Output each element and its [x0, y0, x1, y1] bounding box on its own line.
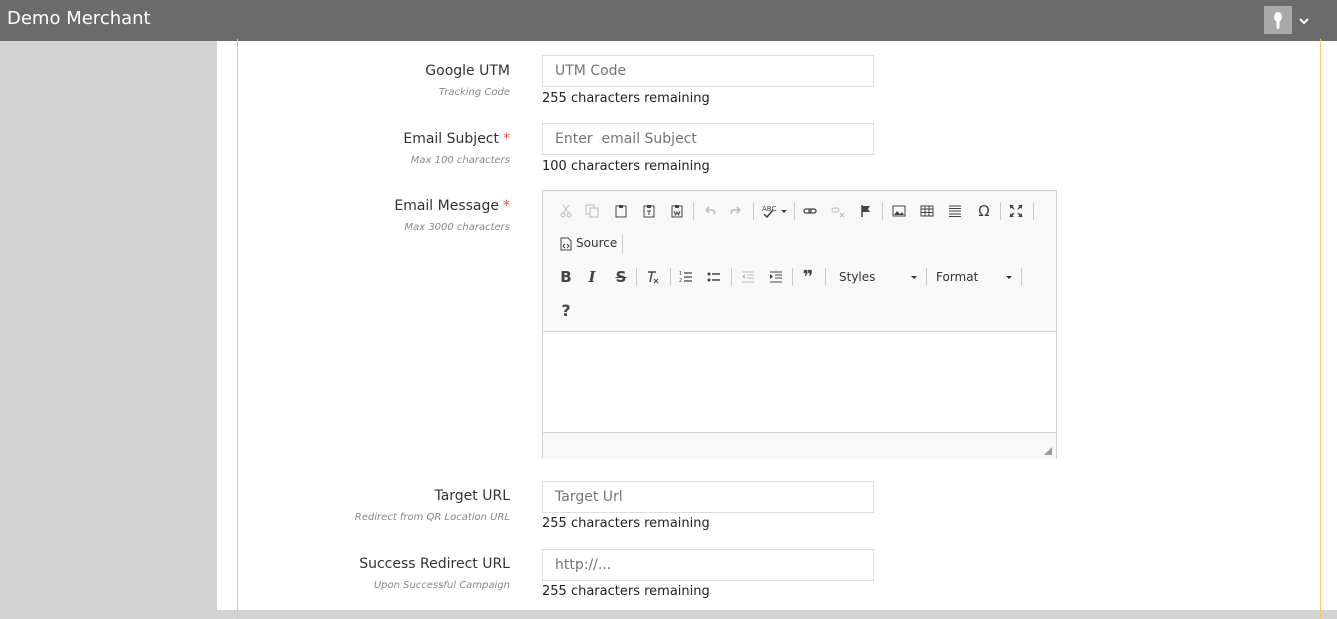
special-char-icon[interactable]: Ω [973, 200, 995, 222]
sidebar [0, 41, 217, 610]
toolbar-separator [1021, 268, 1022, 286]
outdent-icon[interactable] [737, 266, 759, 288]
bold-icon[interactable]: B [555, 266, 577, 288]
success-label: Success Redirect URL [359, 556, 510, 572]
format-dropdown[interactable]: Format [936, 270, 1012, 284]
success-url-input[interactable] [542, 549, 874, 581]
utm-label: Google UTM [425, 63, 510, 79]
user-silhouette-icon [1274, 12, 1282, 29]
unlink-icon[interactable] [827, 200, 849, 222]
numbered-list-icon[interactable]: 12 [675, 266, 697, 288]
anchor-flag-icon[interactable] [855, 200, 877, 222]
rich-text-editor: ABC Ω Source B I S 1 2 ❞ Styles Format ? [542, 190, 1057, 459]
source-button[interactable]: Source [576, 236, 617, 250]
editor-content-area[interactable] [543, 332, 1056, 432]
toolbar-separator [1033, 202, 1034, 220]
table-icon[interactable] [916, 200, 938, 222]
utm-help: Tracking Code [438, 87, 510, 98]
subject-label: Email Subject * [210, 131, 510, 147]
top-bar: Demo Merchant [0, 0, 1337, 41]
cut-icon[interactable] [555, 200, 577, 222]
subject-input[interactable] [542, 123, 874, 155]
target-label: Target URL [434, 488, 510, 504]
image-icon[interactable] [888, 200, 910, 222]
required-marker: * [503, 131, 510, 147]
horizontal-line-icon[interactable] [944, 200, 966, 222]
copy-icon[interactable] [581, 200, 603, 222]
format-dropdown-label: Format [936, 270, 979, 284]
source-icon[interactable] [555, 233, 577, 255]
toolbar-separator [1000, 202, 1001, 220]
user-avatar[interactable] [1264, 6, 1292, 34]
toolbar-separator [693, 202, 694, 220]
toolbar-separator [636, 268, 637, 286]
toolbar-separator [622, 235, 623, 253]
message-label: Email Message * [210, 198, 510, 214]
required-marker: * [503, 198, 510, 214]
success-remaining: 255 characters remaining [542, 584, 710, 599]
subject-remaining: 100 characters remaining [542, 159, 710, 174]
dropdown-arrow-icon [911, 276, 917, 279]
svg-text:ABC: ABC [762, 205, 776, 213]
blockquote-icon[interactable]: ❞ [797, 266, 819, 288]
dropdown-arrow-icon [1006, 276, 1012, 279]
styles-dropdown-label: Styles [839, 270, 876, 284]
spellcheck-icon[interactable]: ABC [761, 200, 791, 222]
main-content: Google UTM Tracking Code 255 characters … [217, 39, 1337, 619]
maximize-icon[interactable] [1005, 200, 1027, 222]
toolbar-separator [825, 268, 826, 286]
user-menu-toggle[interactable] [1298, 12, 1310, 31]
subject-help: Max 100 characters [410, 155, 510, 166]
form-panel: Google UTM Tracking Code 255 characters … [237, 39, 1321, 619]
toolbar-separator [670, 268, 671, 286]
italic-icon[interactable]: I [581, 266, 603, 288]
target-remaining: 255 characters remaining [542, 516, 710, 531]
editor-footer [543, 432, 1056, 459]
chevron-down-icon [1299, 18, 1309, 25]
paste-text-icon[interactable] [638, 200, 660, 222]
subject-label-text: Email Subject [403, 131, 499, 147]
remove-format-icon[interactable] [642, 266, 664, 288]
target-help: Redirect from QR Location URL [354, 512, 510, 523]
undo-icon[interactable] [699, 200, 721, 222]
toolbar-separator [753, 202, 754, 220]
brand-name[interactable]: Demo Merchant [7, 8, 151, 29]
svg-text:1: 1 [679, 271, 682, 277]
link-icon[interactable] [799, 200, 821, 222]
toolbar-separator [792, 268, 793, 286]
utm-input[interactable] [542, 55, 874, 87]
toolbar-separator [882, 202, 883, 220]
resize-handle-icon[interactable] [1044, 447, 1052, 455]
toolbar-separator [794, 202, 795, 220]
strikethrough-icon[interactable]: S [610, 266, 632, 288]
styles-dropdown[interactable]: Styles [839, 270, 917, 284]
redo-icon[interactable] [725, 200, 747, 222]
paste-word-icon[interactable] [666, 200, 688, 222]
toolbar-separator [731, 268, 732, 286]
message-label-text: Email Message [394, 198, 499, 214]
utm-remaining: 255 characters remaining [542, 91, 710, 106]
help-icon[interactable]: ? [555, 299, 577, 321]
paste-icon[interactable] [610, 200, 632, 222]
target-url-input[interactable] [542, 481, 874, 513]
editor-toolbar: ABC Ω Source B I S 1 2 ❞ Styles Format ? [543, 191, 1056, 332]
toolbar-separator [926, 268, 927, 286]
indent-icon[interactable] [765, 266, 787, 288]
message-help: Max 3000 characters [404, 222, 510, 233]
svg-text:2: 2 [679, 278, 682, 284]
bulleted-list-icon[interactable] [703, 266, 725, 288]
success-help: Upon Successful Campaign [373, 580, 510, 591]
